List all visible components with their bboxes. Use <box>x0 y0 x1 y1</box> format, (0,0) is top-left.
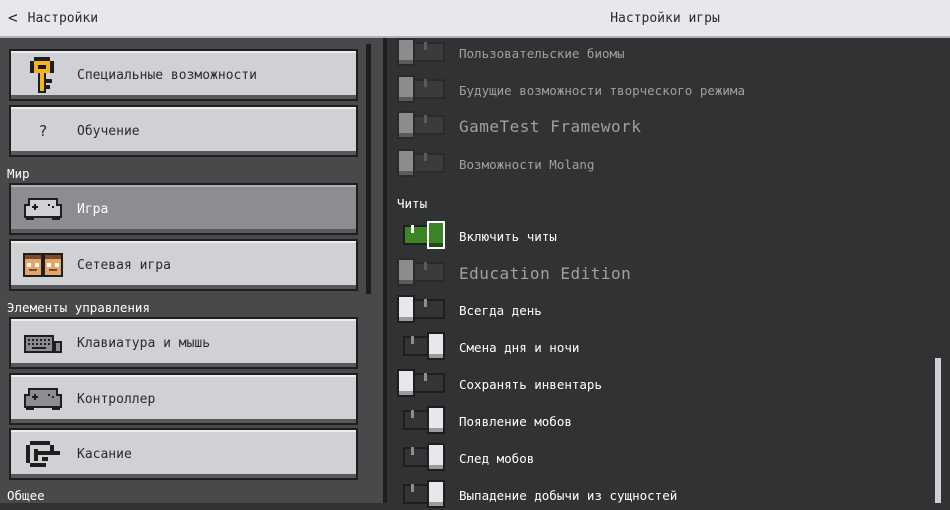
toggle-future-creator-features[interactable] <box>397 75 447 103</box>
sidebar-item-label: Сетевая игра <box>77 257 171 273</box>
setting-molang-features: Возможности Molang <box>387 149 927 179</box>
sidebar-item-label: Клавиатура и мышь <box>77 335 211 351</box>
setting-label: Смена дня и ночи <box>459 339 580 355</box>
setting-label: Пользовательские биомы <box>459 45 625 61</box>
section-label-world: Мир <box>7 166 30 181</box>
toggle-keep-inventory[interactable] <box>397 369 447 397</box>
setting-label: Возможности Molang <box>459 156 595 172</box>
setting-keep-inventory: Сохранять инвентарь <box>387 369 927 399</box>
sidebar-item-label: Касание <box>77 446 132 462</box>
settings-scrollbar-thumb[interactable] <box>935 358 941 503</box>
setting-education-edition: Education Edition <box>387 258 927 288</box>
setting-always-day: Всегда день <box>387 295 927 325</box>
setting-label: Появление мобов <box>459 413 572 429</box>
sidebar-item-label: Специальные возможности <box>77 67 258 83</box>
sidebar-item-label: Игра <box>77 201 109 217</box>
toggle-enable-cheats[interactable] <box>397 221 447 249</box>
sidebar-item-tutorial[interactable]: ? Обучение <box>9 105 358 157</box>
touch-hand-icon <box>23 434 63 474</box>
toggle-always-day[interactable] <box>397 295 447 323</box>
controller-icon <box>23 379 63 419</box>
setting-mob-griefing: След мобов <box>387 443 927 473</box>
question-mark-icon: ? <box>38 122 48 140</box>
setting-gametest-framework: GameTest Framework <box>387 111 927 141</box>
setting-label: След мобов <box>459 450 535 466</box>
section-label-general: Общее <box>7 488 45 503</box>
setting-label: Всегда день <box>459 302 542 318</box>
setting-label: Выпадение добычи из сущностей <box>459 487 678 503</box>
sidebar-item-touch[interactable]: Касание <box>9 428 358 480</box>
setting-label: Включить читы <box>459 228 557 244</box>
toggle-education-edition[interactable] <box>397 258 447 286</box>
toggle-molang-features[interactable] <box>397 149 447 177</box>
setting-label: Сохранять инвентарь <box>459 376 602 392</box>
setting-enable-cheats: Включить читы <box>387 221 927 251</box>
toggle-gametest-framework[interactable] <box>397 111 447 139</box>
setting-label: Education Edition <box>459 263 632 283</box>
gamepad-icon <box>23 189 63 229</box>
toggle-mob-spawning[interactable] <box>397 406 447 434</box>
keyboard-icon <box>23 323 63 363</box>
section-label-controls: Элементы управления <box>7 300 150 315</box>
back-button[interactable]: < Настройки <box>8 0 98 36</box>
key-icon <box>23 55 63 95</box>
sidebar-item-keyboard-mouse[interactable]: Клавиатура и мышь <box>9 317 358 369</box>
sidebar-item-label: Контроллер <box>77 391 156 407</box>
page-title: Настройки игры <box>610 10 720 26</box>
setting-label: GameTest Framework <box>459 116 642 136</box>
setting-mob-spawning: Появление мобов <box>387 406 927 436</box>
toggle-mob-griefing[interactable] <box>397 443 447 471</box>
setting-custom-biomes: Пользовательские биомы <box>387 38 927 68</box>
setting-future-creator-features: Будущие возможности творческого режима <box>387 75 927 105</box>
top-bar: < Настройки Настройки игры <box>0 0 950 38</box>
toggle-custom-biomes[interactable] <box>397 38 447 66</box>
sidebar-item-controller[interactable]: Контроллер <box>9 373 358 425</box>
chevron-left-icon: < <box>8 8 18 27</box>
settings-panel: Пользовательские биомы Будущие возможнос… <box>387 38 950 508</box>
toggle-entity-drops[interactable] <box>397 480 447 508</box>
players-icon <box>23 245 63 285</box>
toggle-daylight-cycle[interactable] <box>397 332 447 360</box>
sidebar-item-multiplayer[interactable]: Сетевая игра <box>9 239 358 291</box>
sidebar-item-accessibility[interactable]: Специальные возможности <box>9 49 358 101</box>
sidebar-item-label: Обучение <box>77 123 140 139</box>
sidebar-item-game[interactable]: Игра <box>9 183 358 235</box>
back-label: Настройки <box>27 10 99 26</box>
setting-daylight-cycle: Смена дня и ночи <box>387 332 927 362</box>
setting-label: Будущие возможности творческого режима <box>459 82 745 98</box>
sidebar-scrollbar-thumb[interactable] <box>366 44 371 294</box>
setting-entity-drops: Выпадение добычи из сущностей <box>387 480 927 510</box>
section-label-cheats: Читы <box>397 196 428 211</box>
